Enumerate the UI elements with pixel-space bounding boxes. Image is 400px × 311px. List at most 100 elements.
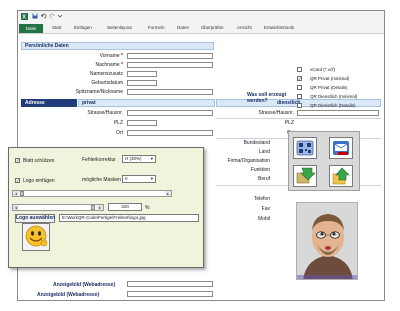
smiley-logo-icon: [25, 225, 48, 247]
save-icon[interactable]: [32, 13, 38, 19]
size-slider[interactable]: ◂ ▸: [12, 204, 104, 211]
namenszusatz-label: Namenszusatz: [89, 71, 123, 77]
tab-ueberpruefen[interactable]: Überprüfen: [201, 25, 224, 30]
quick-access-toolbar: X: [18, 11, 384, 23]
options-dialog: ✓ Blatt schützen Fehlerkorrektur H (30%)…: [8, 147, 204, 268]
chevron-down-icon: ▾: [150, 156, 153, 161]
personal-data-header: Persönliche Daten: [21, 42, 214, 50]
nachname-label: Nachname *: [95, 62, 123, 68]
email-button[interactable]: [329, 137, 353, 159]
size-value-field[interactable]: 320: [108, 203, 142, 211]
tab-seitenlayout[interactable]: Seitenlayout: [107, 25, 132, 30]
row-divider: [216, 118, 381, 119]
qr-privat-details-checkbox[interactable]: [297, 85, 302, 90]
redo-icon[interactable]: [49, 13, 55, 19]
size-unit: %: [145, 205, 150, 211]
tab-entwicklertools[interactable]: Entwicklertools: [264, 25, 294, 30]
business-street-label: Strasse/Hausnr.: [258, 110, 294, 116]
fehlerkorrektur-label: Fehlerkorrektur: [82, 157, 116, 163]
qr-dienstlich-minimal-checkbox[interactable]: [297, 94, 302, 99]
anzeigebild-partial-field[interactable]: [127, 281, 213, 287]
slider-left-arrow-icon[interactable]: ◂: [13, 205, 19, 210]
arrow-up-icon: [332, 167, 350, 185]
masken-slider[interactable]: ◂ ▸: [12, 190, 172, 197]
anzeigebild-partial-label: Anzeigebild (Webadresse): [53, 282, 116, 288]
logo-einfuegen-checkbox[interactable]: ✓: [15, 178, 20, 183]
namenszusatz-field[interactable]: [127, 71, 157, 77]
svg-text:X: X: [22, 15, 26, 20]
anzeigebild-field[interactable]: [127, 291, 213, 297]
business-fax-label: Fax: [261, 206, 270, 212]
tab-einfuegen[interactable]: Einfügen: [74, 25, 92, 30]
qr-privat-minimal-checkbox[interactable]: ✓: [297, 76, 302, 81]
qr-dienstlich-details-checkbox[interactable]: [297, 103, 302, 108]
logo-einfuegen-label: Logo einfügen: [23, 178, 55, 184]
required-marker: *: [121, 53, 123, 59]
masken-label: mögliche Masken: [82, 177, 121, 183]
vorname-field[interactable]: [127, 53, 213, 59]
slider-thumb[interactable]: [20, 191, 24, 196]
business-street-field[interactable]: [297, 110, 379, 116]
required-marker: *: [121, 62, 123, 68]
action-icon-panel: [288, 131, 360, 191]
qr-dienstlich-details-label: QR Dienstlich (Details): [310, 103, 356, 108]
spitzname-label: Spitzname/Nickname: [75, 89, 123, 95]
customize-toolbar-icon[interactable]: [57, 13, 63, 19]
profile-photo: [296, 202, 358, 280]
business-plz-label: PLZ: [284, 120, 294, 126]
qr-code-icon: [296, 140, 314, 156]
blatt-schuetzen-label: Blatt schützen: [23, 158, 55, 164]
private-plz-label: PLZ: [113, 120, 123, 126]
export-button[interactable]: [329, 165, 353, 187]
vorname-label: Vorname *: [99, 53, 123, 59]
qr-privat-minimal-label: QR Privat (minimal): [310, 76, 350, 81]
spitzname-field[interactable]: [127, 89, 213, 95]
tab-formeln[interactable]: Formeln: [148, 25, 165, 30]
tab-datei[interactable]: Datei: [19, 24, 43, 33]
business-ort-label: Ort: [214, 130, 294, 136]
business-funktion-label: Funktion: [250, 167, 270, 173]
address-header: Adresse: [21, 99, 77, 107]
private-street-field[interactable]: [127, 110, 213, 116]
business-firma-label: Firma/Organisation: [227, 158, 270, 164]
email-icon: [333, 141, 349, 155]
geburtsdatum-label: Geburtsdatum: [91, 80, 123, 86]
logo-preview: [22, 223, 50, 251]
business-telefon-label: Telefon: [253, 196, 270, 202]
tab-daten[interactable]: Daten: [177, 25, 189, 30]
qr-dienstlich-minimal-label: QR Dienstlich (minimal): [310, 94, 358, 99]
geburtsdatum-field[interactable]: [127, 80, 157, 86]
business-land-label: Land: [258, 149, 270, 155]
private-plz-field[interactable]: [127, 120, 157, 126]
qr-privat-details-label: QR Privat (Details): [310, 85, 348, 90]
chevron-down-icon: ▾: [150, 176, 153, 181]
logo-auswaehlen-button[interactable]: Logo auswählen: [15, 214, 55, 223]
undo-icon[interactable]: [41, 13, 47, 19]
logo-path-field[interactable]: E:\WorkQR-Code\Fertige\Freitext\logo.jpg: [59, 214, 199, 222]
qr-code-button[interactable]: [293, 137, 317, 159]
slider-thumb[interactable]: [91, 205, 95, 210]
blatt-schuetzen-checkbox[interactable]: ✓: [15, 158, 20, 163]
person-photo-image: [297, 203, 357, 279]
private-header: privat: [78, 99, 215, 107]
vcard-option-label: vCard (*.vcf): [310, 67, 336, 72]
vcard-checkbox[interactable]: [297, 67, 302, 72]
excel-icon: X: [21, 13, 28, 20]
slider-right-arrow-icon[interactable]: ▸: [97, 205, 103, 210]
import-button[interactable]: [293, 165, 317, 187]
business-mobil-label: Mobil: [258, 216, 270, 222]
nachname-field[interactable]: [127, 62, 213, 68]
arrow-down-icon: [296, 167, 316, 184]
private-ort-label: Ort: [116, 130, 123, 136]
slider-left-arrow-icon[interactable]: ◂: [13, 191, 19, 196]
business-beruf-label: Beruf: [258, 176, 270, 182]
business-bundesland-label: Bundesland: [243, 140, 270, 146]
masken-select[interactable]: 0 ▾: [122, 175, 156, 183]
tab-ansicht[interactable]: Ansicht: [237, 25, 252, 30]
private-ort-field[interactable]: [127, 130, 213, 136]
private-street-label: Strasse/Hausnr.: [87, 110, 123, 116]
anzeigebild-label: Anzeigebild (Webadresse): [37, 292, 100, 298]
fehlerkorrektur-select[interactable]: H (30%) ▾: [122, 155, 156, 163]
tab-start[interactable]: Start: [52, 25, 62, 30]
slider-right-arrow-icon[interactable]: ▸: [165, 191, 171, 196]
